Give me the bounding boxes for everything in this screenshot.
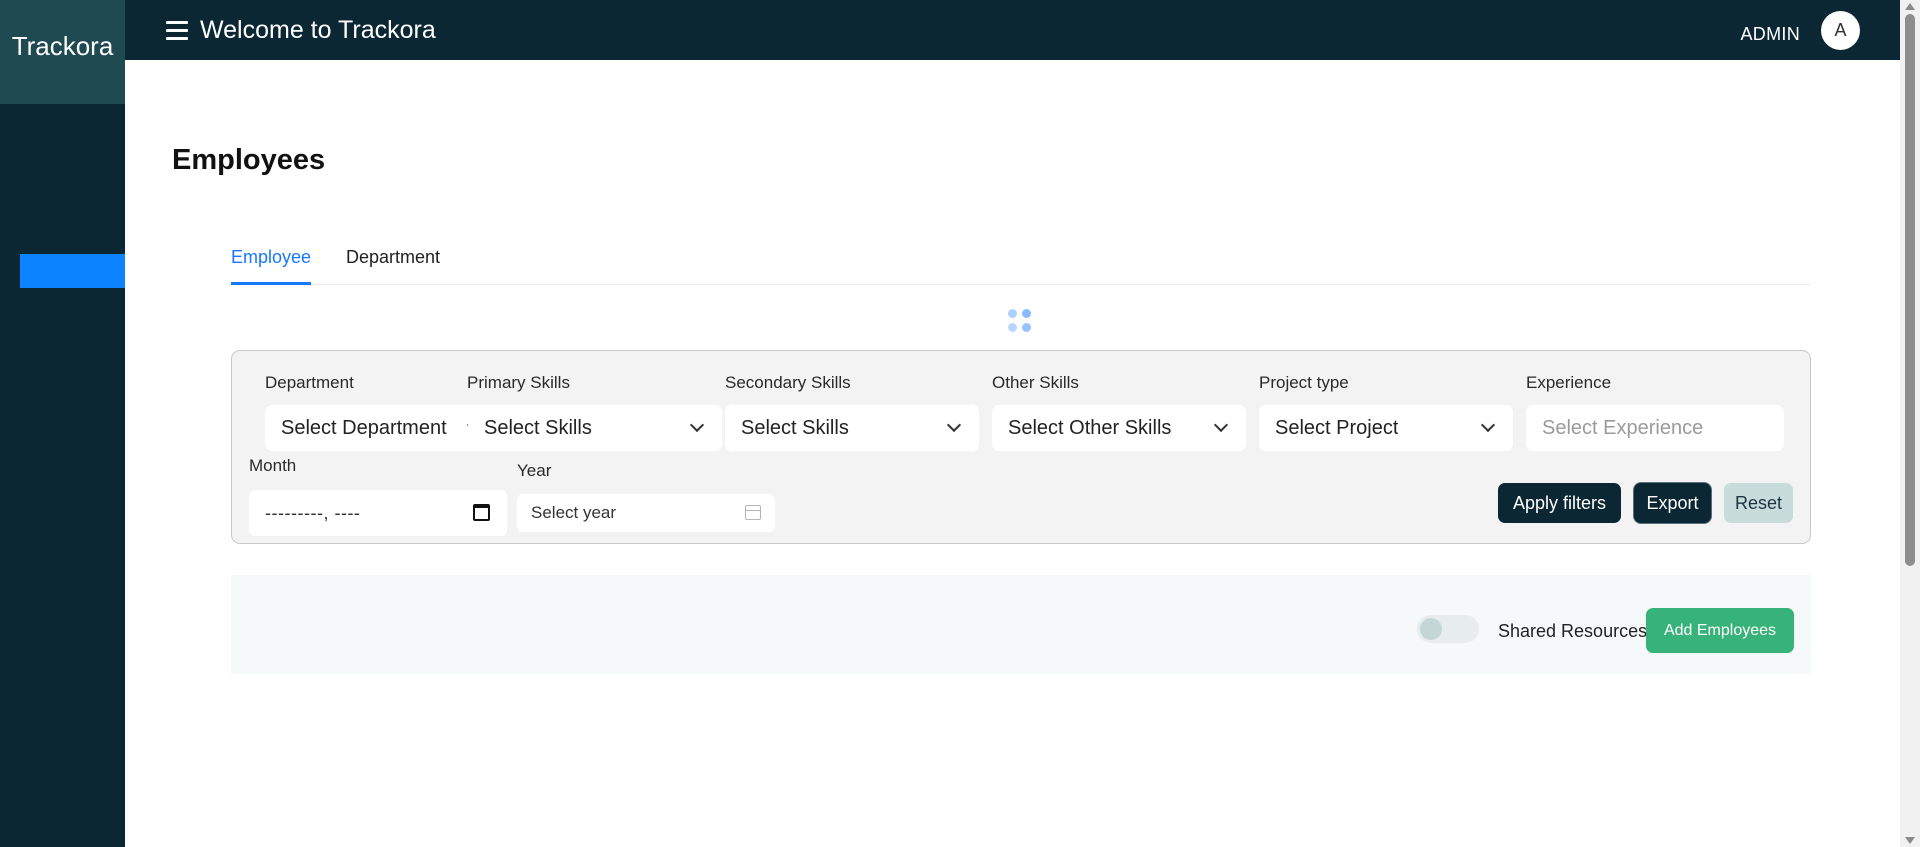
primary-skills-select-value: Select Skills xyxy=(484,416,592,439)
month-label: Month xyxy=(249,456,297,475)
month-input-value: ---------, ---- xyxy=(265,502,361,523)
avatar[interactable]: A xyxy=(1821,11,1860,50)
reset-button[interactable]: Reset xyxy=(1724,483,1793,523)
scroll-up-arrow-icon[interactable] xyxy=(1905,3,1915,10)
table-toolbar: Shared Resources Add Employees xyxy=(231,575,1811,674)
other-skills-label: Other Skills xyxy=(992,373,1079,392)
chevron-down-icon xyxy=(1213,417,1229,433)
calendar-icon xyxy=(745,505,761,520)
toggle-knob xyxy=(1420,618,1442,640)
secondary-skills-label: Secondary Skills xyxy=(725,373,851,392)
tab-department[interactable]: Department xyxy=(346,247,440,282)
loading-spinner-icon xyxy=(1008,309,1034,335)
sidebar: Trackora xyxy=(0,0,125,847)
secondary-skills-select[interactable]: Select Skills xyxy=(725,405,979,451)
chevron-down-icon xyxy=(689,417,705,433)
year-picker[interactable]: Select year xyxy=(517,494,775,532)
menu-icon[interactable] xyxy=(166,20,188,40)
other-skills-select-value: Select Other Skills xyxy=(1008,416,1172,439)
primary-skills-label: Primary Skills xyxy=(467,373,570,392)
tab-bar: Employee Department xyxy=(231,240,1811,285)
scroll-down-arrow-icon[interactable] xyxy=(1905,837,1915,844)
chevron-down-icon xyxy=(946,417,962,433)
shared-resources-toggle[interactable] xyxy=(1417,615,1479,643)
year-picker-value: Select year xyxy=(531,503,617,522)
department-label: Department xyxy=(265,373,354,392)
chevron-down-icon xyxy=(1480,417,1496,433)
add-employees-button[interactable]: Add Employees xyxy=(1646,608,1794,653)
export-button[interactable]: Export xyxy=(1634,483,1711,523)
header-title: Welcome to Trackora xyxy=(200,15,436,44)
scrollbar-thumb[interactable] xyxy=(1905,14,1915,566)
experience-label: Experience xyxy=(1526,373,1612,392)
page-title: Employees xyxy=(172,144,326,176)
secondary-skills-select-value: Select Skills xyxy=(741,416,849,439)
primary-skills-select[interactable]: Select Skills xyxy=(468,405,722,451)
tab-employee[interactable]: Employee xyxy=(231,247,312,285)
other-skills-select[interactable]: Select Other Skills xyxy=(992,405,1246,451)
shared-resources-label: Shared Resources xyxy=(1498,621,1648,641)
user-role-label: ADMIN xyxy=(1740,24,1800,44)
brand-logo[interactable]: Trackora xyxy=(0,0,125,104)
year-label: Year xyxy=(517,461,552,480)
project-type-select-value: Select Project xyxy=(1275,416,1399,439)
experience-input[interactable] xyxy=(1526,405,1784,451)
month-input[interactable]: ---------, ---- xyxy=(249,490,507,536)
apply-filters-button[interactable]: Apply filters xyxy=(1498,483,1621,523)
project-type-label: Project type xyxy=(1259,373,1349,392)
department-select-value: Select Department xyxy=(281,416,447,439)
project-type-select[interactable]: Select Project xyxy=(1259,405,1513,451)
calendar-icon[interactable] xyxy=(473,504,490,521)
department-select[interactable]: Select Department xyxy=(265,405,483,451)
top-header: Welcome to Trackora ADMIN A xyxy=(125,0,1900,60)
sidebar-active-item[interactable] xyxy=(20,254,125,288)
filter-panel: Department Primary Skills Secondary Skil… xyxy=(231,350,1811,544)
scrollbar[interactable] xyxy=(1900,0,1920,847)
